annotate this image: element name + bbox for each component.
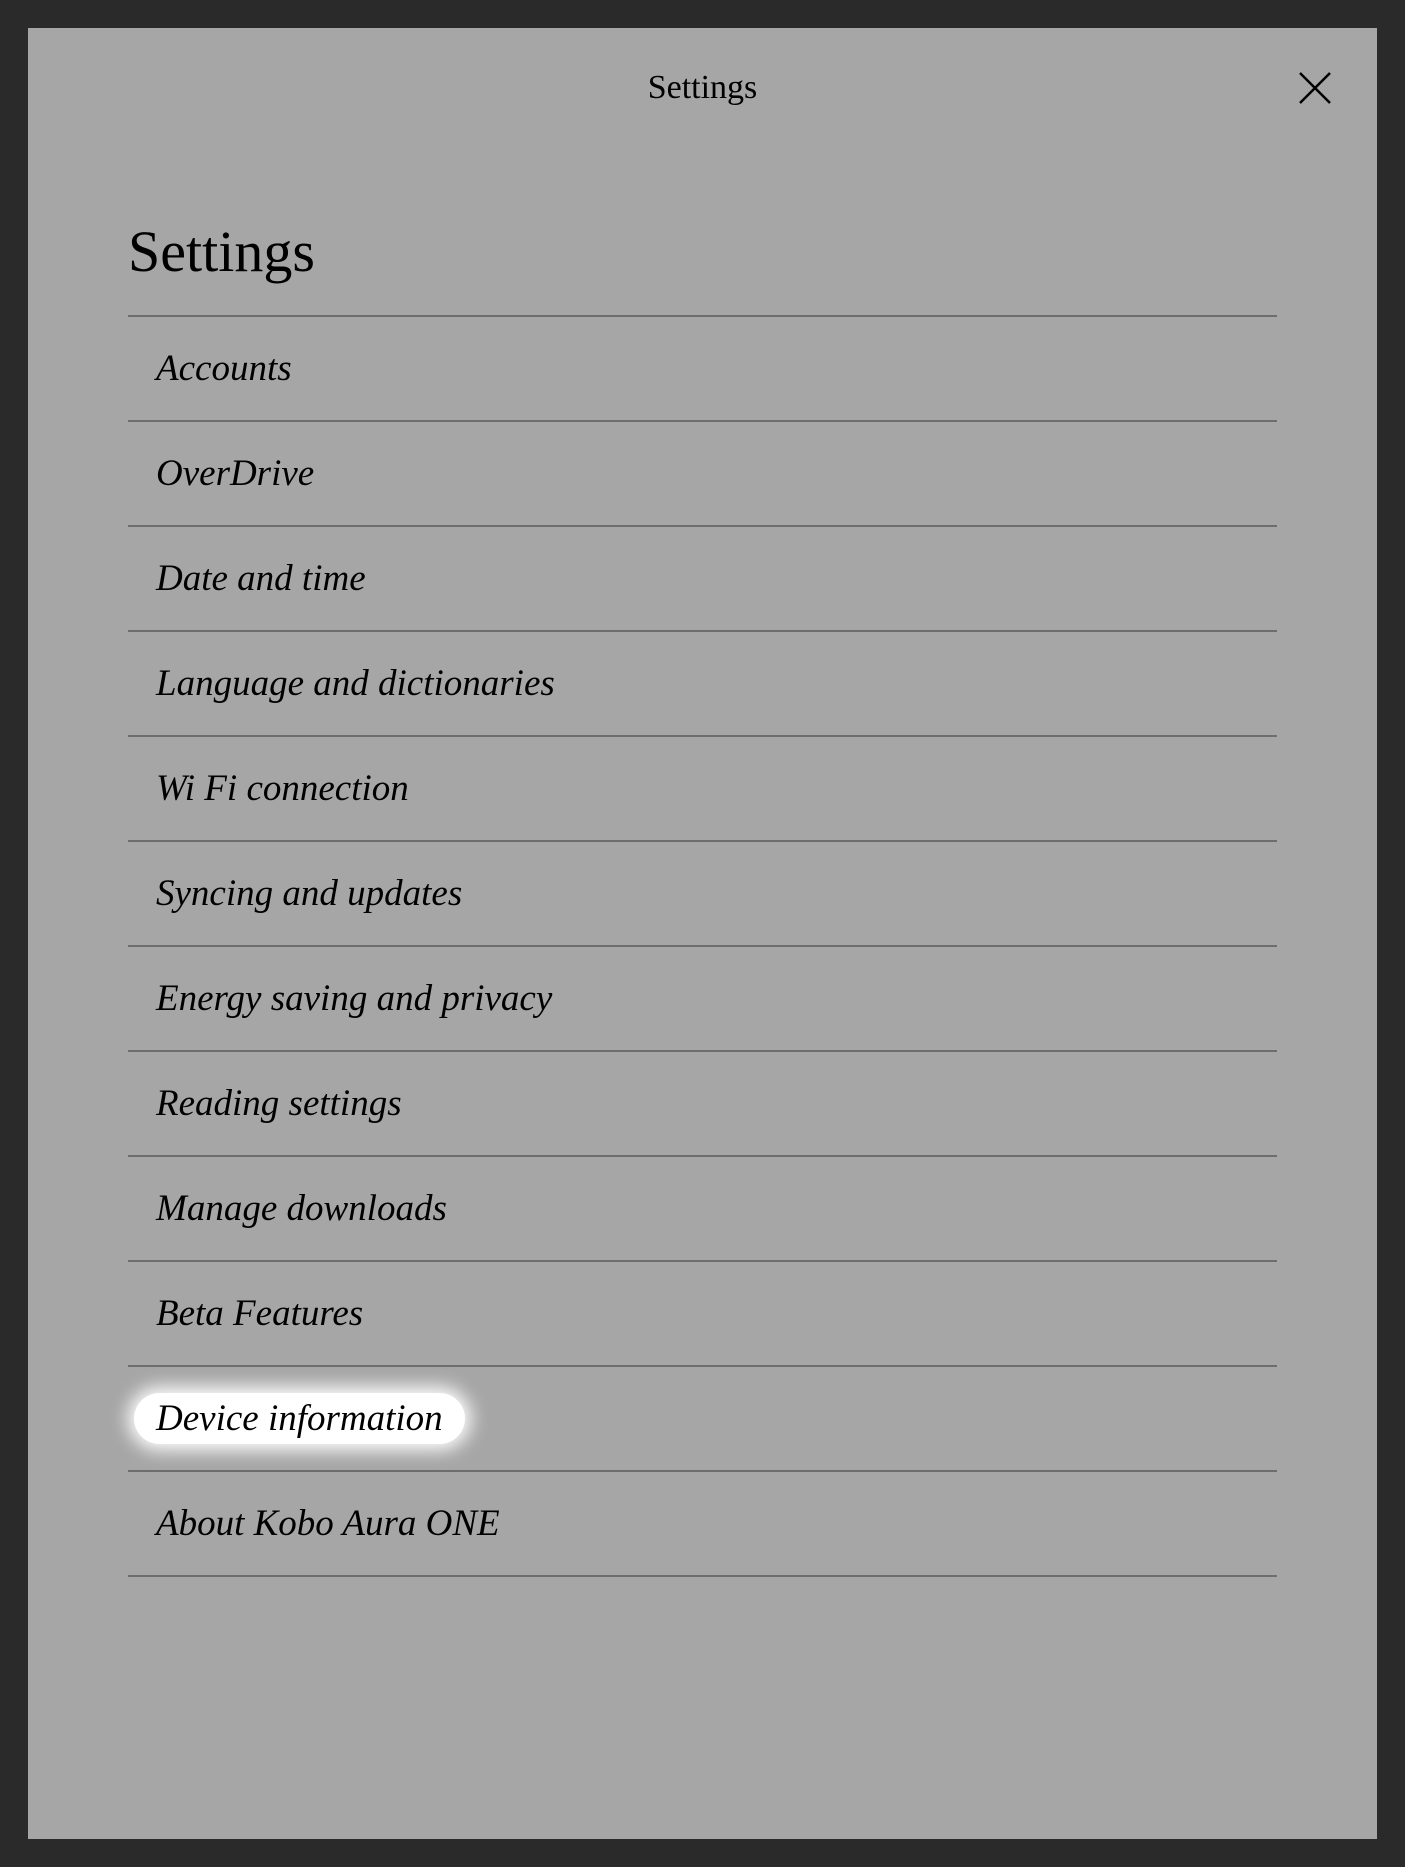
settings-item-label: Syncing and updates [134, 868, 484, 919]
settings-item-label: Accounts [134, 343, 314, 394]
settings-item-label: Wi Fi connection [134, 763, 431, 814]
close-button[interactable] [1293, 66, 1337, 110]
settings-item-label: Energy saving and privacy [134, 973, 574, 1024]
titlebar-title: Settings [648, 69, 758, 107]
settings-item-about[interactable]: About Kobo Aura ONE [128, 1470, 1277, 1577]
settings-item-label: Reading settings [134, 1078, 424, 1129]
settings-item-label: Date and time [134, 553, 388, 604]
settings-content: Settings Accounts OverDrive Date and tim… [28, 148, 1377, 1577]
settings-item-date-time[interactable]: Date and time [128, 525, 1277, 630]
page-title: Settings [128, 218, 1277, 315]
settings-item-label: Beta Features [134, 1288, 385, 1339]
settings-item-language[interactable]: Language and dictionaries [128, 630, 1277, 735]
titlebar: Settings [28, 28, 1377, 148]
settings-item-label: About Kobo Aura ONE [134, 1498, 522, 1549]
settings-item-label: Device information [134, 1393, 465, 1444]
settings-item-energy-privacy[interactable]: Energy saving and privacy [128, 945, 1277, 1050]
settings-item-label: OverDrive [134, 448, 336, 499]
settings-item-beta[interactable]: Beta Features [128, 1260, 1277, 1365]
settings-item-syncing[interactable]: Syncing and updates [128, 840, 1277, 945]
settings-screen: Settings Settings Accounts OverDrive Dat… [28, 28, 1377, 1839]
settings-item-reading[interactable]: Reading settings [128, 1050, 1277, 1155]
settings-item-device-info[interactable]: Device information [128, 1365, 1277, 1470]
settings-item-wifi[interactable]: Wi Fi connection [128, 735, 1277, 840]
settings-item-overdrive[interactable]: OverDrive [128, 420, 1277, 525]
settings-item-label: Language and dictionaries [134, 658, 577, 709]
settings-item-accounts[interactable]: Accounts [128, 315, 1277, 420]
settings-item-downloads[interactable]: Manage downloads [128, 1155, 1277, 1260]
close-icon [1295, 68, 1335, 108]
settings-item-label: Manage downloads [134, 1183, 469, 1234]
